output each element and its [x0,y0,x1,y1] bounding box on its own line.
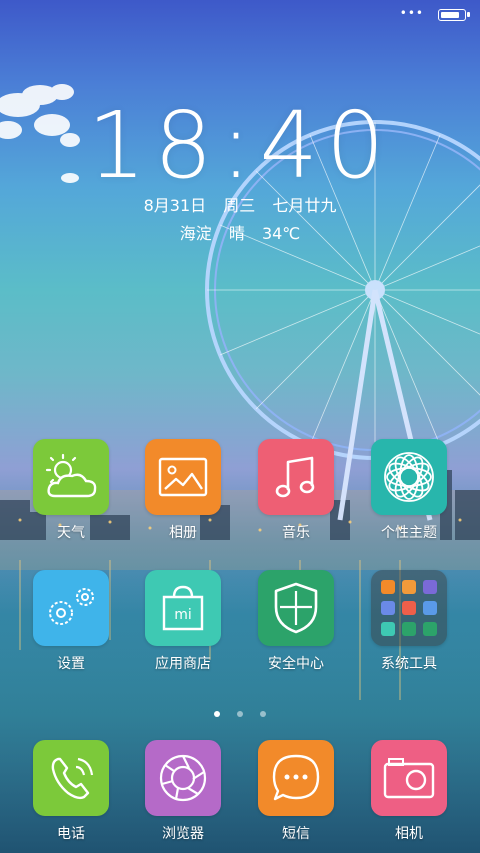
page-dot-active[interactable] [213,711,220,717]
sms-icon [258,740,334,816]
phone-icon [33,740,109,816]
status-bar: ••• [0,0,480,30]
app-weather[interactable]: 天气 [26,439,116,542]
date-day: 8月31日 [143,196,207,215]
clock-time[interactable]: 18:40 [0,96,480,196]
notification-dots: ••• [399,6,424,20]
weather-line[interactable]: 海淀 晴 34℃ [0,220,480,244]
app-label: 个性主题 [381,525,437,541]
dock-phone[interactable]: 电话 [26,740,116,843]
theme-icon [371,439,447,515]
security-icon [258,570,334,646]
weather-condition: 晴 [228,224,245,243]
app-label: 相册 [169,525,197,541]
app-label: 电话 [57,826,85,842]
app-label: 系统工具 [381,656,437,672]
app-label: 短信 [282,826,310,842]
page-dot[interactable] [260,711,267,717]
app-label: 相机 [395,826,423,842]
music-icon [258,439,334,515]
app-label: 音乐 [282,525,310,541]
app-gallery[interactable]: 相册 [138,439,228,542]
settings-icon [33,570,109,646]
date-lunar: 七月廿九 [272,196,337,215]
app-label: 应用商店 [155,656,211,672]
camera-icon [371,740,447,816]
app-security[interactable]: 安全中心 [251,570,341,673]
page-indicator [0,702,480,721]
date-weekday: 周三 [223,196,256,215]
folder-icon [371,570,447,646]
app-theme[interactable]: 个性主题 [364,439,454,542]
app-settings[interactable]: 设置 [26,570,116,673]
weather-icon [33,439,109,515]
dock-camera[interactable]: 相机 [364,740,454,843]
app-system-tools-folder[interactable]: 系统工具 [364,570,454,673]
app-store-icon: mi [145,570,221,646]
weather-temperature: 34℃ [261,224,301,243]
dock-sms[interactable]: 短信 [251,740,341,843]
app-store[interactable]: mi 应用商店 [138,570,228,673]
dock-browser[interactable]: 浏览器 [138,740,228,843]
app-label: 设置 [57,656,85,672]
battery-icon [438,9,470,21]
app-music[interactable]: 音乐 [251,439,341,542]
app-label: 浏览器 [162,826,204,842]
page-dot[interactable] [237,711,243,717]
weather-location: 海淀 [179,224,212,243]
svg-text:mi: mi [174,607,192,623]
app-label: 安全中心 [268,656,324,672]
date-line: 8月31日 周三 七月廿九 [0,192,480,216]
browser-icon [145,740,221,816]
app-label: 天气 [57,525,85,541]
gallery-icon [145,439,221,515]
